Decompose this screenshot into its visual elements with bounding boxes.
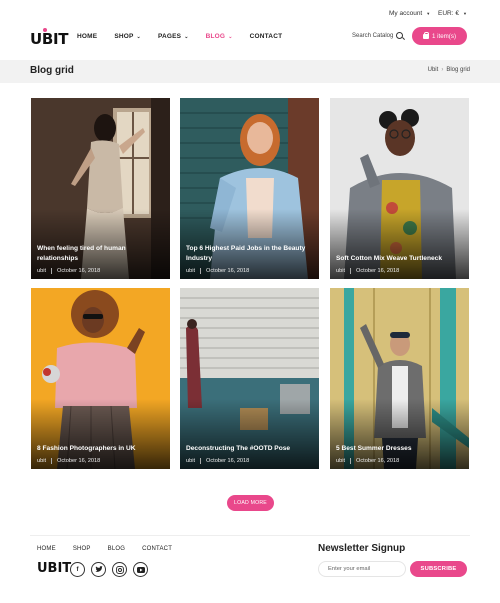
nav-pages[interactable]: PAGES ⌄	[158, 33, 189, 40]
blog-card[interactable]: Top 6 Highest Paid Jobs in the Beauty In…	[180, 98, 319, 279]
site-logo[interactable]: UBIT	[30, 28, 69, 48]
newsletter-title: Newsletter Signup	[318, 543, 406, 554]
subscribe-button[interactable]: SUBSCRIBE	[410, 561, 467, 577]
meta-divider	[350, 268, 352, 274]
youtube-icon[interactable]	[133, 562, 148, 577]
footer-nav-shop[interactable]: SHOP	[73, 546, 91, 552]
nav-blog-label: BLOG	[205, 33, 226, 40]
post-date: October 16, 2018	[356, 268, 400, 274]
search-icon[interactable]	[396, 32, 404, 39]
footer-logo[interactable]: UBIT	[37, 561, 71, 576]
search-label: Search Catalog	[352, 32, 394, 39]
cart-label: 1 item(s)	[431, 32, 457, 40]
twitter-icon[interactable]	[91, 562, 106, 577]
meta-divider	[51, 458, 53, 464]
currency-menu[interactable]: EUR: € ▼	[438, 10, 467, 17]
blog-card[interactable]: 8 Fashion Photographers in UK ubit Octob…	[31, 288, 170, 469]
nav-home[interactable]: HOME	[77, 33, 97, 40]
breadcrumb-home[interactable]: Ubit	[428, 67, 439, 73]
post-title[interactable]: 5 Best Summer Dresses	[336, 444, 463, 454]
breadcrumb: Ubit › Blog grid	[428, 67, 470, 73]
nav-shop-label: SHOP	[114, 33, 134, 40]
breadcrumb-separator: ›	[441, 67, 444, 73]
blog-card[interactable]: When feeling tired of human relationship…	[31, 98, 170, 279]
post-date: October 16, 2018	[356, 458, 400, 464]
post-title[interactable]: Top 6 Highest Paid Jobs in the Beauty In…	[186, 244, 313, 264]
logo-text: UBIT	[30, 30, 69, 48]
meta-divider	[51, 268, 53, 274]
chevron-down-icon: ▼	[426, 11, 431, 16]
instagram-icon[interactable]	[112, 562, 127, 577]
post-date: October 16, 2018	[57, 268, 101, 274]
meta-divider	[200, 458, 202, 464]
post-title[interactable]: When feeling tired of human relationship…	[37, 244, 164, 264]
meta-divider	[350, 458, 352, 464]
footer-divider	[30, 535, 470, 536]
shopping-bag-icon	[422, 31, 430, 39]
blog-card[interactable]: Soft Cotton Mix Weave Turtleneck ubit Oc…	[330, 98, 469, 279]
post-author[interactable]: ubit	[336, 268, 345, 274]
blog-card[interactable]: 5 Best Summer Dresses ubit October 16, 2…	[330, 288, 469, 469]
nav-blog[interactable]: BLOG ⌄	[206, 33, 233, 40]
post-meta: ubit October 16, 2018	[37, 268, 100, 274]
post-author[interactable]: ubit	[186, 458, 195, 464]
nav-contact[interactable]: CONTACT	[250, 33, 283, 40]
top-bar: My account ▼ EUR: € ▼	[0, 0, 500, 26]
post-author[interactable]: ubit	[37, 458, 46, 464]
blog-card[interactable]: Deconstructing The #OOTD Pose ubit Octob…	[180, 288, 319, 469]
post-author[interactable]: ubit	[37, 268, 46, 274]
footer-nav-home[interactable]: HOME	[37, 546, 56, 552]
my-account-label: My account	[389, 10, 423, 17]
cart-button[interactable]: 1 item(s)	[412, 27, 467, 45]
facebook-icon[interactable]: f	[70, 562, 85, 577]
newsletter-email-input[interactable]	[318, 561, 406, 577]
post-meta: ubit October 16, 2018	[336, 268, 399, 274]
nav-shop[interactable]: SHOP ⌄	[114, 33, 141, 40]
nav-home-label: HOME	[77, 33, 98, 40]
post-meta: ubit October 16, 2018	[186, 458, 249, 464]
post-meta: ubit October 16, 2018	[37, 458, 100, 464]
post-date: October 16, 2018	[206, 458, 250, 464]
load-more-button[interactable]: LOAD MORE	[227, 495, 274, 511]
nav-pages-label: PAGES	[157, 33, 182, 40]
currency-label: EUR: €	[438, 10, 459, 17]
search-catalog[interactable]: Search Catalog	[352, 32, 404, 39]
footer-nav-contact[interactable]: CONTACT	[142, 546, 172, 552]
logo-dot	[43, 28, 47, 32]
footer-nav-blog[interactable]: BLOG	[108, 546, 125, 552]
nav-contact-label: CONTACT	[249, 33, 283, 40]
main-nav: HOME SHOP ⌄ PAGES ⌄ BLOG ⌄ CONTACT	[77, 33, 299, 40]
post-author[interactable]: ubit	[336, 458, 345, 464]
post-author[interactable]: ubit	[186, 268, 195, 274]
breadcrumb-current: Blog grid	[446, 67, 470, 73]
chevron-down-icon: ⌄	[184, 33, 189, 40]
page-title: Blog grid	[30, 65, 74, 76]
chevron-down-icon: ⌄	[136, 33, 141, 40]
post-meta: ubit October 16, 2018	[186, 268, 249, 274]
post-meta: ubit October 16, 2018	[336, 458, 399, 464]
footer-nav: HOME SHOP BLOG CONTACT	[37, 546, 189, 552]
post-date: October 16, 2018	[206, 268, 250, 274]
site-header: UBIT HOME SHOP ⌄ PAGES ⌄ BLOG ⌄ CONTACT Sea…	[0, 26, 500, 60]
page-title-bar: Blog grid Ubit › Blog grid	[0, 60, 500, 83]
post-title[interactable]: Deconstructing The #OOTD Pose	[186, 444, 313, 454]
post-date: October 16, 2018	[57, 458, 101, 464]
chevron-down-icon: ⌄	[228, 33, 233, 40]
meta-divider	[200, 268, 202, 274]
post-title[interactable]: Soft Cotton Mix Weave Turtleneck	[336, 254, 463, 264]
my-account-menu[interactable]: My account ▼	[389, 10, 430, 17]
chevron-down-icon: ▼	[462, 11, 467, 16]
post-title[interactable]: 8 Fashion Photographers in UK	[37, 444, 164, 454]
